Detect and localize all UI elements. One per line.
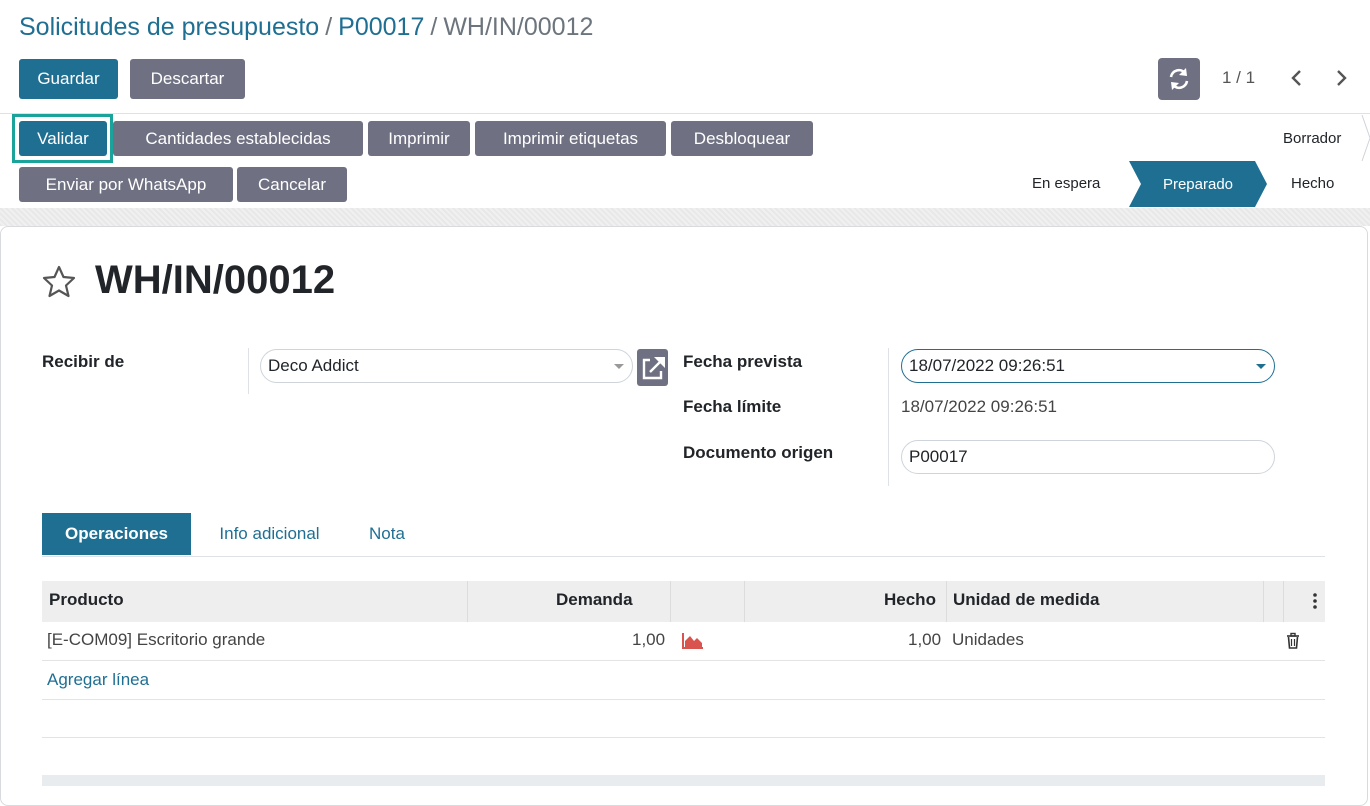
column-separator <box>467 581 468 622</box>
column-header-uom[interactable]: Unidad de medida <box>953 590 1099 610</box>
pager-previous-button[interactable] <box>1286 66 1308 90</box>
column-header-demand[interactable]: Demanda <box>556 590 633 610</box>
save-button[interactable]: Guardar <box>19 59 118 99</box>
scheduled-date-value: 18/07/2022 09:26:51 <box>909 356 1065 375</box>
origin-document-field[interactable]: P00017 <box>901 440 1275 474</box>
status-waiting[interactable]: En espera <box>1032 175 1100 192</box>
unlock-button[interactable]: Desbloquear <box>671 121 813 156</box>
validate-button[interactable]: Validar <box>19 121 107 156</box>
print-labels-button[interactable]: Imprimir etiquetas <box>475 121 666 156</box>
status-ready[interactable]: Preparado <box>1129 161 1267 207</box>
dropdown-caret-icon <box>1256 364 1266 369</box>
status-done[interactable]: Hecho <box>1291 175 1334 192</box>
origin-document-value: P00017 <box>909 447 968 466</box>
column-separator <box>1283 581 1284 622</box>
status-arrow-separator <box>1361 115 1370 161</box>
chevron-right-icon <box>1337 70 1347 86</box>
breadcrumb: Solicitudes de presupuesto / P00017/WH/IN/… <box>19 13 593 42</box>
column-header-product[interactable]: Producto <box>49 590 124 610</box>
optional-columns-icon[interactable] <box>1309 591 1321 611</box>
column-header-done[interactable]: Hecho <box>884 590 936 610</box>
column-separator <box>670 581 671 622</box>
breadcrumb-current: WH/IN/00012 <box>443 13 594 41</box>
sheet-background <box>0 208 1370 226</box>
external-link-button[interactable] <box>637 349 668 386</box>
breadcrumb-separator: / <box>430 13 438 41</box>
discard-button[interactable]: Descartar <box>130 59 245 99</box>
pager-next-button[interactable] <box>1330 66 1352 90</box>
forecast-chart-icon[interactable] <box>682 632 704 650</box>
control-panel-divider <box>0 113 1370 114</box>
tab-note[interactable]: Nota <box>352 513 422 555</box>
origin-document-label: Documento origen <box>683 443 834 462</box>
deadline-label: Fecha límite <box>683 397 782 416</box>
table-row-divider <box>42 737 1325 738</box>
scheduled-date-field[interactable]: 18/07/2022 09:26:51 <box>901 349 1275 383</box>
table-row-divider <box>42 699 1325 700</box>
receive-from-label: Recibir de <box>42 352 125 371</box>
field-divider <box>888 348 889 486</box>
column-separator <box>946 581 947 622</box>
external-link-icon <box>642 357 665 380</box>
breadcrumb-rfq[interactable]: Solicitudes de presupuesto <box>19 13 319 41</box>
deadline-value: 18/07/2022 09:26:51 <box>901 397 1057 416</box>
refresh-button[interactable] <box>1158 58 1200 100</box>
chevron-left-icon <box>1291 70 1301 86</box>
whatsapp-button[interactable]: Enviar por WhatsApp <box>19 167 233 202</box>
tabs-divider <box>42 556 1325 557</box>
table-header <box>42 581 1325 622</box>
scheduled-date-label: Fecha prevista <box>683 352 803 371</box>
status-draft[interactable]: Borrador <box>1283 130 1341 147</box>
print-button[interactable]: Imprimir <box>368 121 470 156</box>
cancel-button[interactable]: Cancelar <box>237 167 347 202</box>
refresh-icon <box>1169 68 1189 90</box>
trash-icon[interactable] <box>1285 632 1301 650</box>
receive-from-field[interactable]: Deco Addict <box>260 349 633 383</box>
row-uom[interactable]: Unidades <box>952 630 1024 650</box>
record-title: WH/IN/00012 <box>95 258 336 302</box>
set-quantities-button[interactable]: Cantidades establecidas <box>113 121 363 156</box>
column-separator <box>1263 581 1264 622</box>
star-icon[interactable] <box>40 264 78 300</box>
add-line-link[interactable]: Agregar línea <box>47 670 149 690</box>
breadcrumb-separator: / <box>325 13 333 41</box>
field-divider <box>248 348 249 394</box>
tab-extra-info[interactable]: Info adicional <box>203 513 336 555</box>
row-done[interactable]: 1,00 <box>908 630 941 650</box>
receive-from-value: Deco Addict <box>268 356 359 375</box>
pager-value[interactable]: 1 / 1 <box>1222 68 1255 88</box>
row-product[interactable]: [E-COM09] Escritorio grande <box>47 630 265 650</box>
table-row-divider <box>42 660 1325 661</box>
row-demand[interactable]: 1,00 <box>632 630 665 650</box>
table-footer <box>42 775 1325 786</box>
column-separator <box>744 581 745 622</box>
tab-operations[interactable]: Operaciones <box>42 513 191 555</box>
breadcrumb-po[interactable]: P00017 <box>338 13 424 41</box>
dropdown-caret-icon <box>614 364 624 369</box>
